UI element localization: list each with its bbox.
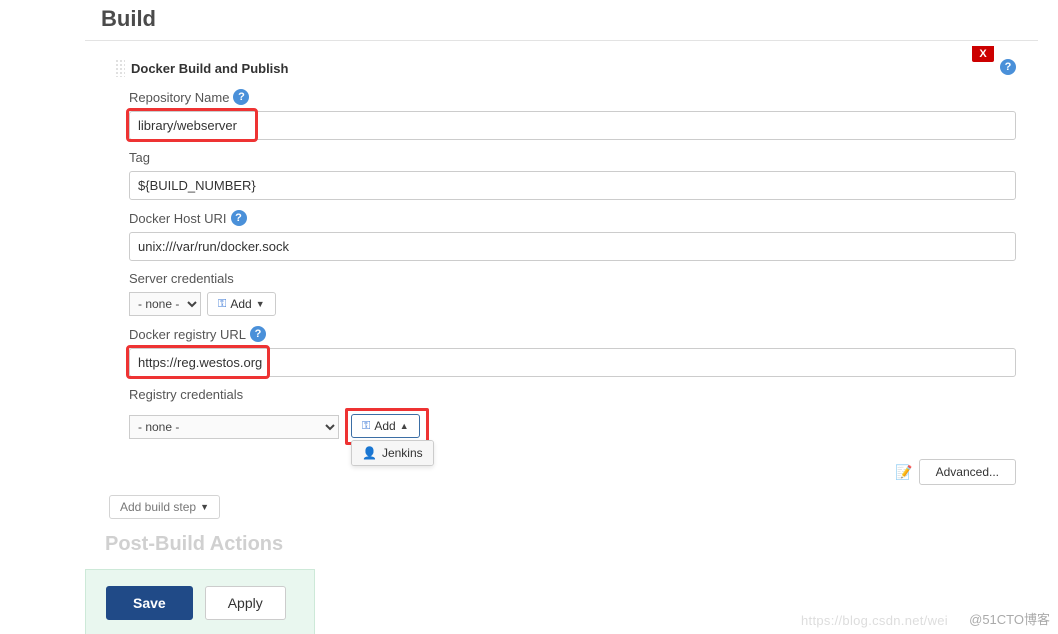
highlight-box: ⚿ Add ▲ 👤 Jenkins bbox=[345, 408, 429, 445]
chevron-down-icon: ▼ bbox=[256, 299, 265, 309]
credentials-add-menu: 👤 Jenkins bbox=[351, 440, 434, 466]
server-credentials-add-button[interactable]: ⚿ Add ▼ bbox=[207, 292, 276, 316]
drag-handle-icon[interactable] bbox=[115, 59, 125, 77]
delete-step-button[interactable]: X bbox=[972, 46, 994, 62]
chevron-up-icon: ▲ bbox=[400, 421, 409, 431]
chevron-down-icon: ▼ bbox=[200, 502, 209, 512]
help-icon[interactable]: ? bbox=[233, 89, 249, 105]
repository-name-label: Repository Name ? bbox=[129, 89, 1016, 105]
docker-registry-url-label: Docker registry URL ? bbox=[129, 326, 1016, 342]
notepad-icon: 📝 bbox=[895, 464, 912, 481]
registry-credentials-select[interactable]: - none - bbox=[129, 415, 339, 439]
docker-registry-url-input[interactable] bbox=[129, 348, 1016, 377]
server-credentials-select[interactable]: - none - bbox=[129, 292, 201, 316]
advanced-button[interactable]: Advanced... bbox=[919, 459, 1016, 485]
docker-host-uri-label: Docker Host URI ? bbox=[129, 210, 1016, 226]
save-bar: Save Apply bbox=[85, 569, 315, 634]
repository-name-input[interactable] bbox=[129, 111, 1016, 140]
apply-button[interactable]: Apply bbox=[205, 586, 286, 620]
help-icon[interactable]: ? bbox=[250, 326, 266, 342]
help-icon[interactable]: ? bbox=[1000, 59, 1016, 75]
registry-credentials-add-button[interactable]: ⚿ Add ▲ bbox=[351, 414, 420, 438]
add-build-step-button[interactable]: Add build step ▼ bbox=[109, 495, 220, 519]
save-button[interactable]: Save bbox=[106, 586, 193, 620]
credentials-add-jenkins-option[interactable]: 👤 Jenkins bbox=[352, 441, 433, 465]
docker-host-uri-input[interactable] bbox=[129, 232, 1016, 261]
watermark-text: @51CTO博客 bbox=[969, 609, 1050, 628]
jenkins-icon: 👤 bbox=[362, 446, 377, 460]
build-step-docker: X ? Docker Build and Publish Repository … bbox=[103, 51, 1028, 485]
tag-input[interactable] bbox=[129, 171, 1016, 200]
section-title-build: Build bbox=[85, 0, 1038, 41]
key-icon: ⚿ bbox=[362, 420, 370, 433]
registry-credentials-label: Registry credentials bbox=[129, 387, 1016, 402]
section-title-post-build: Post-Build Actions bbox=[85, 525, 1038, 556]
key-icon: ⚿ bbox=[218, 298, 226, 311]
tag-label: Tag bbox=[129, 150, 1016, 165]
help-icon[interactable]: ? bbox=[231, 210, 247, 226]
server-credentials-label: Server credentials bbox=[129, 271, 1016, 286]
watermark-text: https://blog.csdn.net/wei bbox=[801, 613, 948, 628]
build-step-title: Docker Build and Publish bbox=[131, 61, 288, 76]
